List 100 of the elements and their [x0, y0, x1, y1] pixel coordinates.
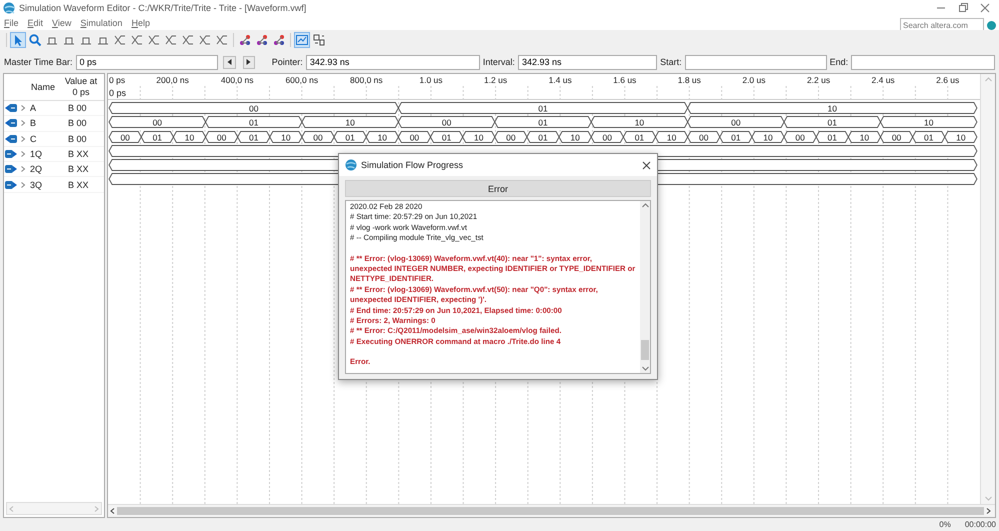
bus-value: 10	[281, 132, 291, 142]
bus-value: 01	[538, 132, 548, 142]
bus-value: 01	[828, 118, 837, 128]
scrollbar-thumb[interactable]	[117, 507, 984, 515]
bus-value: 10	[924, 118, 934, 128]
previous-button[interactable]	[223, 56, 236, 68]
restore-icon[interactable]	[957, 2, 969, 14]
bus-segment	[816, 130, 849, 143]
field-label: Pointer:	[272, 57, 303, 67]
bus-value: 10	[634, 118, 644, 128]
bus-segment	[654, 130, 688, 143]
search-field[interactable]: Search altera.com	[900, 18, 984, 32]
bus-segment	[944, 130, 978, 143]
bus-value: 00	[152, 118, 162, 128]
node-icon	[272, 33, 286, 47]
scroll-down-icon[interactable]	[642, 366, 648, 371]
field-label: Interval:	[482, 57, 515, 67]
left-triangle-icon	[226, 59, 232, 65]
bus-value: 00	[410, 132, 420, 142]
bus-value: 00	[795, 132, 805, 142]
zoom-icon	[28, 33, 42, 47]
text-field[interactable]: 342.93 ns	[306, 54, 480, 70]
bus-value: 00	[120, 132, 130, 142]
bus-value: 10	[345, 118, 355, 128]
right-triangle-icon	[246, 59, 252, 65]
bus-segment	[494, 130, 528, 143]
bus-segment	[334, 130, 367, 143]
bus-value: 10	[666, 132, 676, 142]
bus-segment	[366, 130, 399, 143]
menu-item[interactable]: File	[4, 18, 19, 28]
horizontal-scrollbar[interactable]	[108, 504, 995, 517]
bus-icon	[164, 33, 178, 47]
bus-segment	[430, 130, 464, 143]
signal-name[interactable]: C	[28, 134, 64, 144]
signal-name[interactable]: 2Q	[28, 164, 64, 174]
scroll-up-icon[interactable]	[642, 203, 648, 208]
menu-item[interactable]: View	[52, 18, 72, 28]
bus-value: 00	[731, 118, 741, 128]
waveform-grid-icon	[295, 33, 309, 47]
bus-segment	[719, 130, 752, 143]
time-label: 1.0 us	[419, 75, 443, 85]
menu-item[interactable]: Edit	[28, 18, 44, 28]
text-field[interactable]: 0 ps	[76, 54, 218, 70]
menu-item[interactable]: Simulation	[80, 18, 122, 28]
tool-button[interactable]	[27, 32, 43, 48]
signal-value: B XX	[67, 149, 90, 160]
bus-value: 00	[698, 132, 708, 142]
bus-segment	[687, 130, 720, 143]
text-field[interactable]: 342.93 ns	[518, 54, 658, 70]
bus-value: 10	[828, 103, 837, 114]
bus-value: 10	[860, 132, 870, 142]
tool-button[interactable]	[271, 32, 287, 48]
bus-value: 00	[506, 132, 516, 142]
tool-button[interactable]	[294, 32, 310, 48]
vertical-scrollbar[interactable]	[640, 201, 650, 373]
app-logo-icon	[3, 2, 15, 14]
close-icon[interactable]	[979, 2, 991, 14]
scroll-left-icon[interactable]	[110, 508, 115, 514]
tool-button[interactable]	[10, 32, 26, 48]
time-label: 1.2 us	[484, 75, 508, 85]
tool-button[interactable]	[237, 32, 253, 48]
field-label: Master Time Bar:	[4, 57, 73, 67]
dialog-title: Simulation Flow Progress	[361, 160, 464, 170]
tool-button[interactable]	[311, 32, 327, 48]
scroll-right-icon[interactable]	[986, 508, 991, 514]
text-field[interactable]	[851, 54, 995, 70]
bus-segment	[751, 130, 785, 143]
signal-name[interactable]: B	[28, 118, 64, 128]
bus-value: 01	[345, 132, 355, 142]
bus-segment	[237, 130, 270, 143]
column-header[interactable]: Value at 0 ps	[64, 76, 98, 98]
text-field[interactable]	[684, 54, 827, 70]
time-label: 1.8 us	[678, 75, 701, 85]
column-header[interactable]: Name	[26, 82, 60, 92]
scrollbar-thumb[interactable]	[641, 340, 649, 360]
bus-icon	[113, 33, 127, 47]
bus-segment	[784, 130, 817, 143]
bus-value: 01	[538, 118, 548, 128]
bus-segment	[269, 130, 302, 143]
close-icon[interactable]	[642, 160, 651, 170]
signal-name[interactable]: 3Q	[28, 180, 64, 190]
signal-name[interactable]: 1Q	[28, 149, 64, 160]
search-go-icon[interactable]	[987, 20, 996, 30]
bus-value: 10	[763, 132, 773, 142]
time-label: 2.2 us	[806, 75, 830, 85]
bus-icon	[198, 33, 212, 47]
bus-value: 01	[731, 132, 741, 142]
next-button[interactable]	[242, 56, 255, 68]
master-time-marker: 0 ps	[109, 88, 126, 98]
time-label: 800,0 ns	[350, 75, 383, 85]
signal-name[interactable]: A	[28, 103, 64, 114]
time-label: 600,0 ns	[285, 75, 318, 85]
bus-segment	[880, 130, 914, 143]
progress-percent: 0%	[939, 520, 951, 529]
node-icon	[238, 33, 252, 47]
menu-item[interactable]: Help	[131, 18, 150, 28]
time-label: 1.6 us	[613, 75, 636, 85]
bus-icon	[147, 33, 161, 47]
tool-button[interactable]	[254, 32, 270, 48]
time-label: 2.4 us	[872, 75, 895, 85]
